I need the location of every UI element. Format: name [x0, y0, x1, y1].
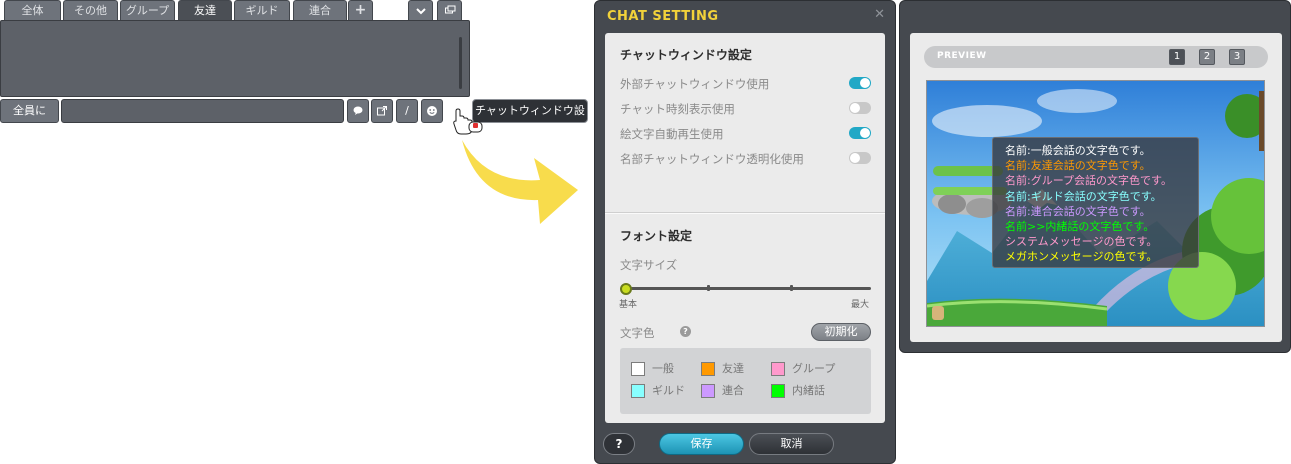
window-icon[interactable] [437, 0, 462, 20]
tab-group[interactable]: グループ [120, 0, 175, 20]
font-size-slider[interactable] [629, 285, 871, 291]
tab-guild[interactable]: ギルド [234, 0, 290, 20]
color-option-label: 内緒話 [792, 384, 825, 397]
chat-input[interactable] [61, 99, 344, 123]
slash-command-button[interactable]: / [396, 99, 418, 123]
chat-scrollbar[interactable] [459, 37, 462, 89]
slider-thumb[interactable] [620, 283, 632, 295]
preview-game-scene: 名前:一般会話の文字色です。 名前:友達会話の文字色です。 名前:グループ会話の… [926, 80, 1265, 327]
preview-line-guild: 名前:ギルド会話の文字色です。 [1005, 189, 1162, 203]
slider-tick [790, 285, 793, 291]
dialog-footer: ? 保存 取消 [595, 431, 897, 457]
speech-bubble-icon[interactable] [347, 99, 369, 123]
chevron-down-icon[interactable] [408, 0, 433, 20]
color-grid: 一般 友達 グループ ギルド 連合 内緒話 [620, 348, 871, 414]
dialog-body: チャットウィンドウ設定 外部チャットウィンドウ使用 チャット時刻表示使用 絵文字… [605, 33, 885, 423]
preview-line-system: システムメッセージの色です。 [1005, 235, 1158, 249]
preview-page-1-button[interactable]: 1 [1169, 49, 1185, 65]
question-icon[interactable]: ? [680, 326, 691, 337]
slider-max-label: 最大 [851, 300, 870, 310]
transparent-chat-toggle[interactable] [849, 152, 871, 164]
color-swatch[interactable] [771, 362, 785, 376]
settings-tooltip: チャットウィンドウ設定 [472, 99, 588, 139]
color-option-label: 連合 [722, 384, 744, 397]
preview-line-general: 名前:一般会話の文字色です。 [1005, 144, 1151, 157]
slider-min-label: 基本 [619, 300, 638, 310]
tab-other[interactable]: その他 [63, 0, 118, 20]
emoji-autoplay-toggle[interactable] [849, 127, 871, 139]
font-settings-title: フォント設定 [620, 229, 693, 243]
tab-alliance[interactable]: 連合 [293, 0, 347, 20]
option-label: 絵文字自動再生使用 [620, 127, 724, 141]
smiley-icon[interactable] [421, 99, 443, 123]
dialog-title: CHAT SETTING [607, 9, 719, 24]
option-label: 外部チャットウィンドウ使用 [620, 77, 770, 91]
preview-chat-box: 名前:一般会話の文字色です。 名前:友達会話の文字色です。 名前:グループ会話の… [992, 137, 1199, 268]
chat-target-button[interactable]: 全員に [0, 99, 59, 123]
save-button[interactable]: 保存 [659, 433, 744, 455]
preview-line-alliance: 名前:連合会話の文字色です。 [1005, 204, 1151, 218]
preview-inner: PREVIEW 1 2 3 名前:一般会話の文字色です。 名前:友達会話の文字色… [910, 33, 1282, 342]
preview-title: PREVIEW [937, 51, 987, 61]
color-option-label: 一般 [652, 362, 674, 375]
font-size-label: 文字サイズ [620, 258, 678, 272]
hand-cursor-icon [453, 108, 483, 135]
color-option-label: 友達 [722, 362, 744, 375]
color-swatch[interactable] [771, 384, 785, 398]
slider-tick [707, 285, 710, 291]
color-option-label: ギルド [652, 384, 685, 397]
close-icon[interactable]: ✕ [874, 7, 885, 22]
option-label: チャット時刻表示使用 [620, 102, 735, 116]
section-divider [605, 212, 885, 213]
preview-line-megaphone: メガホンメッセージの色です。 [1005, 250, 1158, 264]
arrow-graphic [462, 140, 578, 224]
tab-all[interactable]: 全体 [4, 0, 61, 20]
preview-page-2-button[interactable]: 2 [1199, 49, 1215, 65]
option-label: 名部チャットウィンドウ透明化使用 [620, 152, 804, 166]
color-swatch[interactable] [631, 384, 645, 398]
preview-line-group: 名前:グループ会話の文字色です。 [1005, 174, 1172, 188]
color-option-label: グループ [792, 362, 836, 375]
chat-log [0, 20, 470, 97]
help-button[interactable]: ? [603, 433, 635, 455]
preview-line-whisper: 名前>>内緒話の文字色です。 [1005, 220, 1155, 234]
font-color-label: 文字色 [620, 326, 655, 340]
preview-line-friends: 名前:友達会話の文字色です。 [1005, 159, 1151, 173]
preview-panel: PREVIEW 1 2 3 名前:一般会話の文字色です。 名前:友達会話の文字色… [899, 0, 1291, 353]
tab-friends[interactable]: 友達 [178, 0, 232, 20]
external-link-icon[interactable] [371, 99, 393, 123]
external-chat-toggle[interactable] [849, 77, 871, 89]
chat-setting-dialog: CHAT SETTING ✕ チャットウィンドウ設定 外部チャットウィンドウ使用… [594, 0, 896, 464]
preview-page-3-button[interactable]: 3 [1229, 49, 1245, 65]
chat-time-toggle[interactable] [849, 102, 871, 114]
window-settings-title: チャットウィンドウ設定 [620, 48, 752, 62]
color-swatch[interactable] [701, 384, 715, 398]
plus-icon[interactable]: + [348, 0, 373, 20]
reset-button[interactable]: 初期化 [811, 323, 871, 341]
color-swatch[interactable] [631, 362, 645, 376]
cancel-button[interactable]: 取消 [749, 433, 834, 455]
preview-header: PREVIEW 1 2 3 [924, 46, 1268, 68]
color-swatch[interactable] [701, 362, 715, 376]
